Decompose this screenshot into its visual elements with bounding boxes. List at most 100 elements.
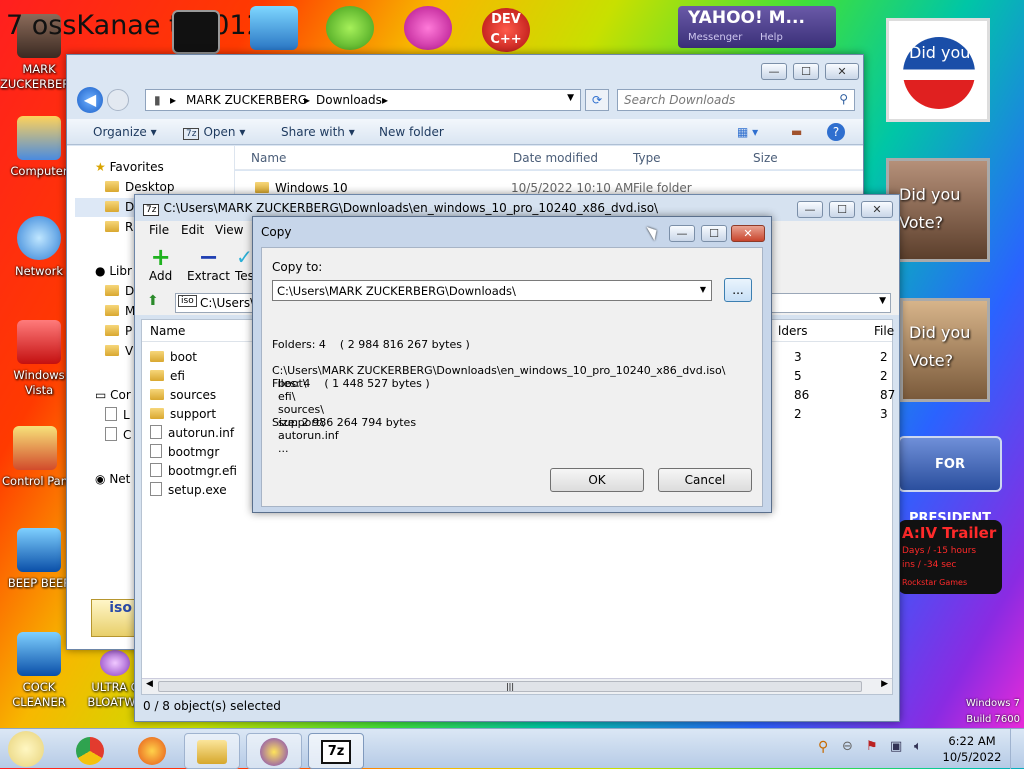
column-folders[interactable]: lders [778, 322, 808, 341]
refresh-button[interactable]: ⟳ [585, 89, 609, 111]
nav-computer[interactable]: ▭ Cor [95, 386, 131, 405]
tray-flag-icon[interactable]: ⚑ [866, 739, 878, 754]
file-icon [150, 425, 162, 439]
nav-favorites[interactable]: ★ Favorites [95, 158, 164, 177]
tray-volume-icon[interactable]: 🔈︎ [914, 739, 922, 754]
share-with-button[interactable]: Share with ▾ [281, 119, 355, 145]
ok-button[interactable]: OK [550, 468, 644, 492]
minimize-button[interactable]: — [761, 63, 787, 80]
breadcrumb-user[interactable]: MARK ZUCKERBERG [186, 93, 307, 107]
tray-network-icon[interactable]: ▣ [890, 739, 902, 754]
table-row[interactable]: boot [150, 348, 197, 367]
table-row[interactable]: setup.exe [150, 481, 227, 500]
column-size[interactable]: Size [753, 149, 778, 168]
start-button[interactable] [8, 731, 44, 767]
tray-search-icon[interactable]: ⚲ [818, 739, 828, 755]
search-box[interactable]: Search Downloads ⚲ [617, 89, 855, 111]
scroll-right-icon[interactable]: ▶ [881, 679, 888, 689]
nav-lib-music[interactable]: M [105, 302, 135, 321]
up-folder-icon[interactable]: ⬆ [147, 293, 159, 309]
scroll-thumb[interactable]: ||| [158, 681, 862, 692]
add-button[interactable]: + Add [149, 245, 172, 283]
close-button[interactable]: ✕ [825, 63, 859, 80]
folder-icon [105, 201, 119, 212]
destination-combobox[interactable]: C:\Users\MARK ZUCKERBERG\Downloads\ ▼ [272, 280, 712, 301]
extract-button[interactable]: − Extract [187, 245, 230, 283]
column-date[interactable]: Date modified [513, 149, 598, 168]
open-button[interactable]: 7z Open ▾ [183, 119, 245, 145]
dev-cpp-label: DEV C++ [490, 12, 522, 47]
table-row[interactable]: bootmgr.efi [150, 462, 237, 481]
tray-minus-icon[interactable]: ⊖ [842, 739, 853, 754]
nav-drive-local[interactable]: L [105, 406, 130, 425]
help-icon[interactable]: ? [827, 123, 845, 141]
menu-view[interactable]: View [215, 221, 243, 240]
source-item: sources\ [278, 403, 324, 416]
forward-button[interactable] [107, 89, 129, 111]
show-desktop-button[interactable] [1010, 729, 1024, 769]
column-files[interactable]: File [874, 322, 894, 341]
7zip-icon: 7z [183, 128, 200, 140]
nav-lib-documents[interactable]: D [105, 282, 134, 301]
breadcrumb-downloads[interactable]: Downloads [316, 93, 382, 107]
computer-icon [17, 116, 61, 160]
copy-dialog[interactable]: Copy — ☐ ✕ Copy to: C:\Users\MARK ZUCKER… [252, 216, 772, 513]
taskbar-firefox[interactable] [124, 733, 180, 769]
nav-lib-pictures[interactable]: P [105, 322, 132, 341]
maximize-button[interactable]: ☐ [793, 63, 819, 80]
tray-clock[interactable]: 6:22 AM 10/5/2022 [938, 733, 1006, 765]
nav-lib-videos[interactable]: V [105, 342, 133, 361]
table-row[interactable]: efi [150, 367, 185, 386]
table-row[interactable]: bootmgr [150, 443, 219, 462]
drive-icon [105, 427, 117, 441]
gadget-line: Rockstar Games [902, 578, 968, 587]
close-button[interactable]: ✕ [731, 225, 765, 242]
angry-bird-icon[interactable] [326, 6, 374, 50]
menu-edit[interactable]: Edit [181, 221, 204, 240]
horizontal-scrollbar[interactable]: ◀ ||| ▶ [142, 678, 892, 694]
cmd-icon[interactable] [172, 10, 220, 54]
taskbar-yahoo-messenger[interactable] [246, 733, 302, 769]
cancel-button[interactable]: Cancel [658, 468, 752, 492]
maximize-button[interactable]: ☐ [829, 201, 855, 218]
minimize-button[interactable]: — [797, 201, 823, 218]
search-icon[interactable]: ⚲ [839, 92, 848, 106]
chevron-down-icon[interactable]: ▼ [700, 285, 706, 294]
new-folder-button[interactable]: New folder [379, 119, 444, 145]
taskbar-chrome[interactable] [62, 733, 118, 769]
taskbar-7zip[interactable]: 7z [308, 733, 364, 769]
table-row[interactable]: support [150, 405, 216, 424]
column-type[interactable]: Type [633, 149, 661, 168]
maximize-button[interactable]: ☐ [701, 225, 727, 242]
nav-recent[interactable]: R [105, 218, 133, 237]
search-input[interactable]: Search Downloads [624, 93, 735, 107]
chevron-down-icon[interactable]: ▼ [879, 296, 886, 306]
nav-drive-c[interactable]: C [105, 426, 131, 445]
views-icon[interactable]: ▦ ▾ [737, 119, 758, 145]
nav-network[interactable]: ◉ Net [95, 470, 130, 489]
table-row[interactable]: sources [150, 386, 216, 405]
column-name[interactable]: Name [251, 149, 286, 168]
dev-cpp-icon[interactable]: DEV C++ [482, 8, 530, 52]
nav-libraries[interactable]: ● Libr [95, 262, 132, 281]
taskbar-explorer[interactable] [184, 733, 240, 769]
menu-file[interactable]: File [149, 221, 169, 240]
column-name[interactable]: Name [150, 322, 185, 341]
preview-pane-icon[interactable]: ▬ [791, 119, 802, 145]
explorer-shortcut-icon[interactable] [250, 6, 298, 50]
desktop-icon-control-panel[interactable]: Control Pan [0, 426, 74, 489]
yahoo-messenger-gadget[interactable]: YAHOO! M... Messenger Help [678, 6, 836, 48]
organize-button[interactable]: Organize ▾ [93, 119, 157, 145]
minimize-button[interactable]: — [669, 225, 695, 242]
iso-icon: iso [178, 295, 197, 307]
browse-button[interactable]: ... [724, 278, 752, 302]
back-button[interactable]: ◀ [77, 87, 103, 113]
close-button[interactable]: ✕ [861, 201, 893, 218]
address-bar[interactable]: ▮ ▸ MARK ZUCKERBERG ▸ Downloads ▸ ▼ [145, 89, 581, 111]
scroll-left-icon[interactable]: ◀ [146, 679, 153, 689]
table-row[interactable]: autorun.inf [150, 424, 234, 443]
chevron-down-icon[interactable]: ▼ [567, 93, 574, 103]
yahoo-help-link[interactable]: Help [760, 32, 783, 43]
paint-icon[interactable] [404, 6, 452, 50]
stats-folders: Folders: 4 ( 2 984 816 267 bytes ) [272, 338, 470, 351]
